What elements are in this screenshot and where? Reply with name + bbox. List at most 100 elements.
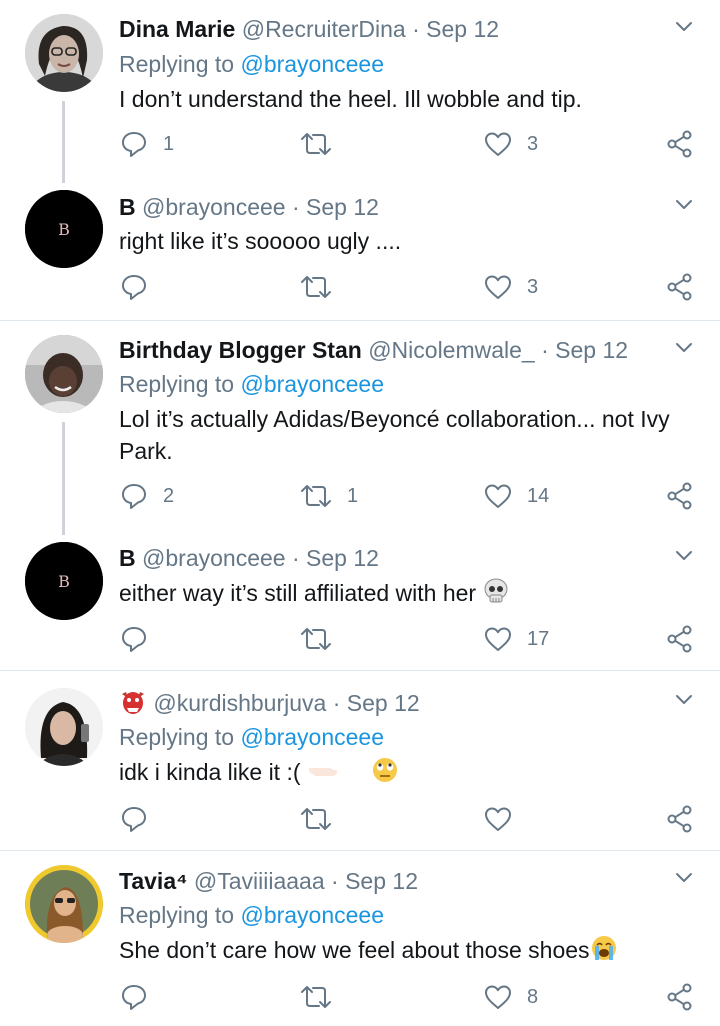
like-icon: [485, 132, 511, 156]
display-name[interactable]: Dina Marie: [119, 16, 235, 42]
tweet-text: idk i kinda like it :(: [119, 756, 679, 788]
avatar[interactable]: [25, 14, 103, 92]
retweet-button[interactable]: [299, 127, 347, 161]
reply-button[interactable]: 2: [119, 479, 174, 513]
chevron-down-icon[interactable]: [673, 689, 695, 711]
chevron-down-icon[interactable]: [673, 545, 695, 567]
avatar[interactable]: B: [25, 542, 103, 620]
chevron-down-icon[interactable]: [673, 16, 695, 38]
chevron-down-icon[interactable]: [673, 867, 695, 889]
retweet-button[interactable]: [299, 622, 347, 656]
chevron-down-icon[interactable]: [673, 337, 695, 359]
tweet-brayonceee-2[interactable]: B B @brayonceee · Sep 12 either way it’s…: [0, 540, 720, 670]
tweet-date[interactable]: Sep 12: [345, 868, 418, 894]
like-button[interactable]: 17: [483, 622, 549, 656]
retweet-button[interactable]: [299, 802, 347, 836]
separator-dot: ·: [332, 690, 341, 716]
user-handle[interactable]: @Nicolemwale_: [368, 337, 535, 363]
tweet-text: She don’t care how we feel about those s…: [119, 934, 679, 966]
user-handle[interactable]: @RecruiterDina: [242, 16, 406, 42]
tweet-text-content: either way it’s still affiliated with he…: [119, 580, 483, 606]
retweet-button[interactable]: 1: [299, 479, 358, 513]
share-button[interactable]: [665, 127, 695, 161]
share-button[interactable]: [665, 479, 695, 513]
share-button[interactable]: [665, 980, 695, 1014]
reply-button[interactable]: [119, 622, 163, 656]
retweet-icon: [301, 808, 331, 830]
replying-to: Replying to @brayonceee: [119, 49, 384, 79]
like-button[interactable]: 3: [483, 127, 538, 161]
pointing-hands-eyeroll-emoji: [308, 758, 397, 782]
tweet-date[interactable]: Sep 12: [347, 690, 420, 716]
user-handle[interactable]: @brayonceee: [142, 545, 286, 571]
user-handle[interactable]: @kurdishburjuva: [153, 690, 326, 716]
avatar[interactable]: [25, 688, 103, 766]
tweet-actions: 8: [119, 980, 699, 1014]
replying-label: Replying to: [119, 51, 235, 77]
separator-dot: ·: [412, 16, 420, 42]
tweet-header: Tavia⁴ @Taviiiiaaaa · Sep 12: [119, 866, 418, 896]
thread-line: [62, 422, 65, 535]
share-icon: [667, 273, 692, 301]
tweet-date[interactable]: Sep 12: [306, 194, 379, 220]
replying-to: Replying to @brayonceee: [119, 900, 384, 930]
replying-label: Replying to: [119, 724, 235, 750]
retweet-button[interactable]: [299, 980, 347, 1014]
retweet-icon: [301, 485, 331, 507]
retweet-button[interactable]: [299, 270, 347, 304]
tweet-kurdishburjuva[interactable]: @kurdishburjuva · Sep 12 Replying to @br…: [0, 671, 720, 850]
share-icon: [667, 482, 692, 510]
tweet-date[interactable]: Sep 12: [306, 545, 379, 571]
avatar[interactable]: [25, 335, 103, 413]
tweet-text-content: idk i kinda like it :(: [119, 759, 307, 785]
mention-link[interactable]: @brayonceee: [240, 371, 384, 397]
tweet-tavia[interactable]: Tavia⁴ @Taviiiiaaaa · Sep 12 Replying to…: [0, 851, 720, 1026]
display-name[interactable]: Birthday Blogger Stan: [119, 337, 362, 363]
tweet-nicolemwale[interactable]: Birthday Blogger Stan @Nicolemwale_ · Se…: [0, 321, 720, 535]
tweet-header: B @brayonceee · Sep 12: [119, 192, 379, 222]
display-name[interactable]: Tavia: [119, 868, 176, 894]
reply-count: 1: [163, 132, 175, 155]
reply-button[interactable]: [119, 270, 163, 304]
tweet-dina-marie[interactable]: Dina Marie @RecruiterDina · Sep 12 Reply…: [0, 0, 720, 188]
reply-icon: [122, 484, 146, 509]
avatar[interactable]: [25, 865, 103, 943]
like-button[interactable]: [483, 802, 527, 836]
tweet-actions: 17: [119, 622, 699, 656]
display-name[interactable]: B: [119, 545, 136, 571]
separator-dot: ·: [331, 868, 339, 894]
tweet-header: Birthday Blogger Stan @Nicolemwale_ · Se…: [119, 335, 628, 365]
like-count: 14: [527, 484, 550, 507]
tweet-header: @kurdishburjuva · Sep 12: [119, 688, 420, 718]
tweet-actions: 3: [119, 270, 699, 304]
mention-link[interactable]: @brayonceee: [240, 902, 384, 928]
share-button[interactable]: [665, 802, 695, 836]
like-button[interactable]: 14: [483, 479, 549, 513]
user-handle[interactable]: @brayonceee: [142, 194, 286, 220]
like-button[interactable]: 3: [483, 270, 538, 304]
like-count: 3: [527, 275, 539, 298]
user-handle[interactable]: @Taviiiiaaaa: [194, 868, 325, 894]
mention-link[interactable]: @brayonceee: [240, 51, 384, 77]
chevron-down-icon[interactable]: [673, 194, 695, 216]
avatar-letter: B: [58, 220, 70, 239]
tweet-brayonceee-1[interactable]: B B @brayonceee · Sep 12 right like it’s…: [0, 188, 720, 320]
display-name[interactable]: B: [119, 194, 136, 220]
share-icon: [667, 625, 692, 653]
reply-button[interactable]: [119, 802, 163, 836]
reply-button[interactable]: [119, 980, 163, 1014]
like-count: 17: [527, 627, 550, 650]
mention-link[interactable]: @brayonceee: [240, 724, 384, 750]
replying-to: Replying to @brayonceee: [119, 369, 384, 399]
tweet-text: either way it’s still affiliated with he…: [119, 577, 679, 609]
tweet-date[interactable]: Sep 12: [555, 337, 628, 363]
share-button[interactable]: [665, 622, 695, 656]
reply-button[interactable]: 1: [119, 127, 174, 161]
like-button[interactable]: 8: [483, 980, 538, 1014]
tweet-actions: 2 1 14: [119, 479, 699, 513]
share-button[interactable]: [665, 270, 695, 304]
tweet-text-content: She don’t care how we feel about those s…: [119, 937, 590, 963]
separator-dot: ·: [541, 337, 549, 363]
tweet-date[interactable]: Sep 12: [426, 16, 499, 42]
avatar[interactable]: B: [25, 190, 103, 268]
